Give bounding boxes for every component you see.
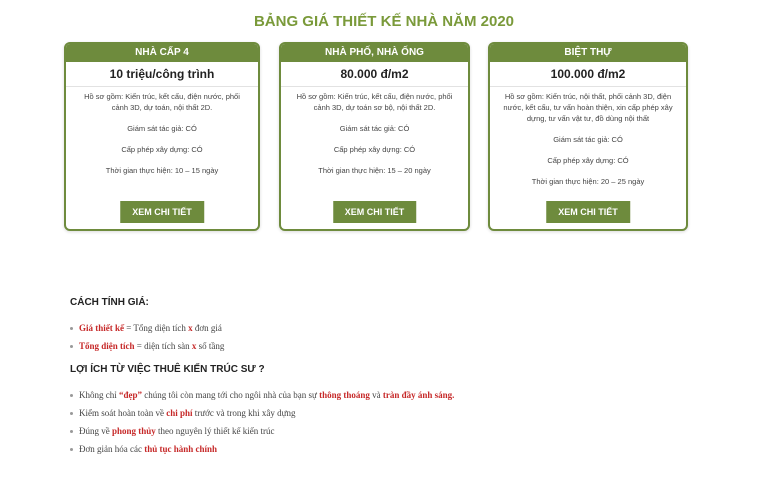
- card-title: NHÀ CẤP 4: [66, 44, 258, 62]
- highlight-text: Tổng diện tích: [79, 341, 135, 351]
- item-text: Đúng về: [79, 426, 112, 436]
- list-item: Đúng về phong thủy theo nguyên lý thiết …: [70, 422, 454, 440]
- bullet-icon: [70, 327, 73, 331]
- benefits-title: LỢI ÍCH TỪ VIỆC THUÊ KIẾN TRÚC SƯ ?: [70, 364, 265, 375]
- pricing-card-biet-thu: BIỆT THỰ 100.000 đ/m2 Hồ sơ gồm: Kiến tr…: [488, 42, 688, 231]
- highlight-text: thông thoáng: [319, 390, 370, 400]
- bullet-icon: [70, 430, 73, 434]
- list-item: Kiểm soát hoàn toàn về chi phí trước và …: [70, 404, 454, 422]
- card-body: Hồ sơ gồm: Kiến trúc, kết cấu, điện nước…: [281, 87, 468, 176]
- item-text: Kiểm soát hoàn toàn về: [79, 408, 167, 418]
- item-text: và: [369, 390, 383, 400]
- item-text: Đơn giản hóa các: [79, 444, 145, 454]
- pricing-method-list: Giá thiết kế = Tổng diện tích x đơn giá …: [70, 319, 224, 355]
- bullet-icon: [70, 394, 73, 398]
- item-text: đơn giá: [192, 323, 222, 333]
- list-item: Không chỉ “đẹp” chúng tôi còn mang tới c…: [70, 386, 454, 404]
- item-text: Không chỉ: [79, 390, 119, 400]
- view-details-button[interactable]: XEM CHI TIẾT: [120, 201, 204, 223]
- card-permit: Cấp phép xây dựng: CÓ: [333, 145, 416, 154]
- card-price: 80.000 đ/m2: [281, 62, 468, 87]
- card-duration: Thời gian thực hiện: 15 – 20 ngày: [318, 166, 431, 175]
- list-item: Tổng diện tích = diện tích sàn x số tầng: [70, 337, 224, 355]
- card-duration: Thời gian thực hiện: 20 – 25 ngày: [531, 177, 645, 186]
- highlight-text: phong thủy: [112, 426, 156, 436]
- bullet-icon: [70, 448, 73, 452]
- highlight-text: chi phí: [166, 408, 193, 418]
- item-text: = Tổng diện tích: [124, 323, 189, 333]
- card-price: 100.000 đ/m2: [490, 62, 686, 87]
- card-body: Hồ sơ gồm: Kiến trúc, nội thất, phối cản…: [490, 87, 686, 187]
- list-item: Giá thiết kế = Tổng diện tích x đơn giá: [70, 319, 224, 337]
- page-title: BẢNG GIÁ THIẾT KẾ NHÀ NĂM 2020: [253, 13, 515, 30]
- highlight-text: Giá thiết kế: [79, 323, 124, 333]
- card-price: 10 triệu/công trình: [66, 62, 258, 87]
- item-text: = diện tích sàn: [134, 341, 192, 351]
- highlight-text: “đẹp”: [119, 390, 143, 400]
- card-body: Hồ sơ gồm: Kiến trúc, kết cấu, điện nước…: [66, 87, 258, 176]
- pricing-card-cap4: NHÀ CẤP 4 10 triệu/công trình Hồ sơ gồm:…: [64, 42, 260, 231]
- card-supervision: Giám sát tác giả: CÓ: [127, 124, 197, 133]
- pricing-method-title: CÁCH TÍNH GIÁ:: [70, 297, 149, 308]
- view-details-button[interactable]: XEM CHI TIẾT: [332, 201, 417, 223]
- card-title: BIỆT THỰ: [490, 44, 686, 62]
- item-text: chúng tôi còn mang tới cho ngôi nhà của …: [142, 390, 320, 400]
- card-permit: Cấp phép xây dựng: CÓ: [121, 145, 203, 154]
- benefits-list: Không chỉ “đẹp” chúng tôi còn mang tới c…: [70, 386, 454, 458]
- bullet-icon: [70, 412, 73, 416]
- list-item: Đơn giản hóa các thủ tục hành chính: [70, 440, 454, 458]
- item-text: số tầng: [196, 341, 225, 351]
- card-permit: Cấp phép xây dựng: CÓ: [547, 156, 629, 165]
- card-supervision: Giám sát tác giả: CÓ: [553, 135, 623, 144]
- card-title: NHÀ PHỐ, NHÀ ỐNG: [281, 44, 468, 62]
- highlight-text: thủ tục hành chính: [144, 444, 218, 454]
- card-supervision: Giám sát tác giả: CÓ: [339, 124, 410, 133]
- card-profile: Hồ sơ gồm: Kiến trúc, nội thất, phối cản…: [503, 92, 673, 123]
- item-text: trước và trong khi xây dựng: [192, 408, 296, 418]
- pricing-card-nha-pho: NHÀ PHỐ, NHÀ ỐNG 80.000 đ/m2 Hồ sơ gồm: …: [279, 42, 470, 231]
- card-profile: Hồ sơ gồm: Kiến trúc, kết cấu, điện nước…: [84, 92, 240, 112]
- highlight-text: tràn đầy ánh sáng.: [382, 390, 455, 400]
- view-details-button[interactable]: XEM CHI TIẾT: [546, 201, 630, 223]
- bullet-icon: [70, 345, 73, 349]
- item-text: theo nguyên lý thiết kế kiến trúc: [155, 426, 275, 436]
- card-profile: Hồ sơ gồm: Kiến trúc, kết cấu, điện nước…: [296, 92, 453, 112]
- card-duration: Thời gian thực hiện: 10 – 15 ngày: [105, 166, 219, 175]
